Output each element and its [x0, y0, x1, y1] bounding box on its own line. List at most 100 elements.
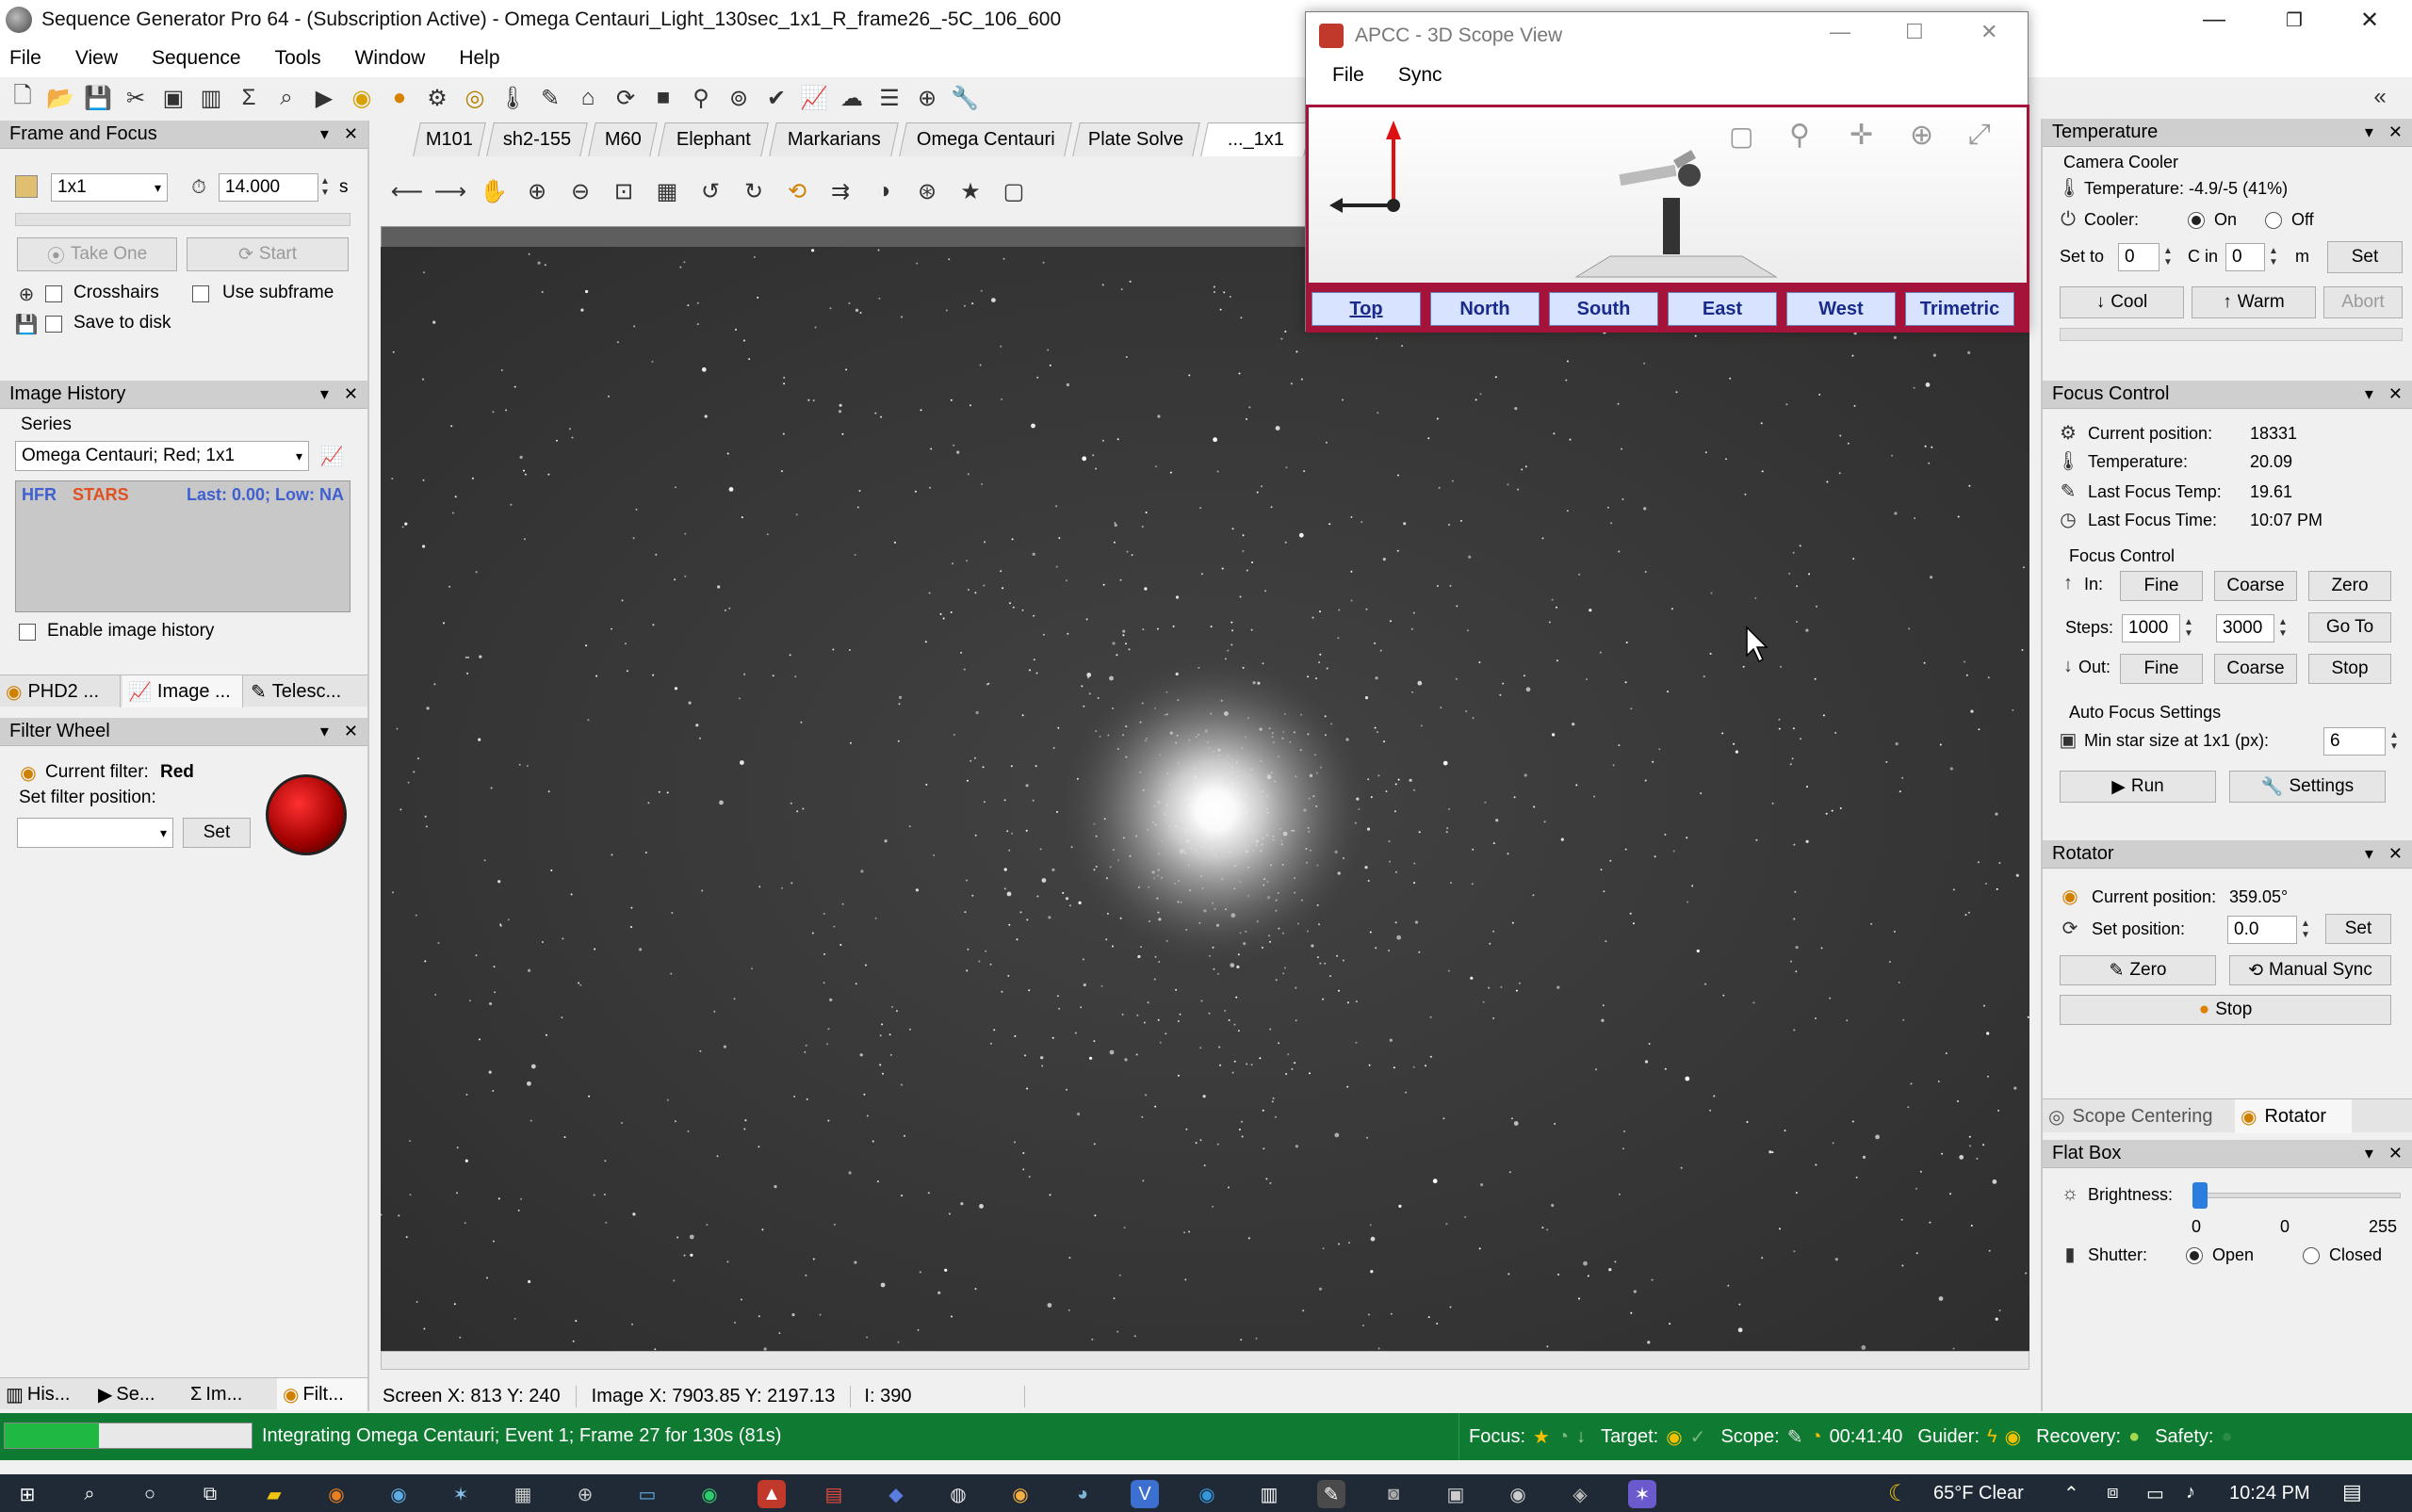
dropdown-icon[interactable]: ▾ [320, 722, 329, 741]
fine-steps-input[interactable]: 1000 [2122, 614, 2180, 642]
tab-plate-solve[interactable]: Plate Solve [1072, 122, 1200, 156]
rotator-set-input[interactable]: 0.0 [2227, 916, 2297, 944]
view-trimetric-button[interactable]: Trimetric [1905, 292, 2014, 326]
frame-icon[interactable]: ▣ [158, 83, 188, 113]
tab-m60[interactable]: M60 [588, 122, 658, 156]
close-icon[interactable]: ✕ [344, 384, 358, 404]
app-film-icon[interactable]: ▤ [820, 1480, 848, 1508]
sgp-taskbar-icon[interactable]: ✎ [1317, 1480, 1345, 1508]
focus-icon[interactable]: ⚲ [686, 83, 716, 113]
focus-out-fine-button[interactable]: Fine [2120, 654, 2203, 684]
save-disk-checkbox[interactable] [45, 316, 62, 333]
zoom-fit-icon[interactable]: ⊡ [609, 176, 639, 206]
take-one-button[interactable]: ⦿ Take One [17, 237, 177, 271]
app-purple-icon[interactable]: ✶ [1628, 1480, 1656, 1508]
crosshair-target-icon[interactable]: ⊛ [912, 176, 942, 206]
rotator-stop-button[interactable]: ● Stop [2060, 995, 2391, 1025]
subframe-checkbox[interactable] [192, 285, 209, 302]
menu-help[interactable]: Help [459, 47, 499, 70]
tools-icon[interactable]: ✂ [121, 83, 151, 113]
menu-view[interactable]: View [75, 47, 118, 70]
focus-goto-button[interactable]: Go To [2308, 612, 2391, 642]
tab-sh2-155[interactable]: sh2-155 [486, 122, 588, 156]
brightness-slider[interactable] [2192, 1182, 2401, 1209]
forward-arrow-icon[interactable]: ⟶ [434, 176, 466, 206]
apcc-zoom-icon[interactable]: ⚲ [1789, 119, 1810, 152]
min-star-spinner[interactable]: ▲ ▼ [2386, 727, 2403, 756]
close-icon[interactable]: ✕ [2388, 1144, 2403, 1163]
focus-in-fine-button[interactable]: Fine [2120, 571, 2203, 601]
app-ball-icon[interactable]: ◍ [944, 1480, 972, 1508]
set-temp-button[interactable]: Set [2327, 241, 2403, 273]
taskbar-weather[interactable]: 65°F Clear [1933, 1483, 2024, 1504]
cloud-icon[interactable]: ☁ [837, 83, 867, 113]
cortana-icon[interactable]: ○ [136, 1480, 164, 1508]
thermometer-icon[interactable]: 🌡 [497, 83, 528, 113]
coarse-steps-spinner[interactable]: ▲ ▼ [2274, 614, 2291, 642]
fine-steps-spinner[interactable]: ▲ ▼ [2180, 614, 2197, 642]
star-icon[interactable]: ★ [955, 176, 986, 206]
set-temp-spinner[interactable]: ▲ ▼ [2159, 243, 2176, 271]
open-folder-icon[interactable]: 📂 [45, 83, 75, 113]
menu-tools[interactable]: Tools [275, 47, 321, 70]
flip-icon[interactable]: ⟲ [782, 176, 812, 206]
apcc-3d-view[interactable]: ▢ ⚲ ✛ ⊕ ⤢ [1306, 105, 2029, 285]
dropdown-icon[interactable]: ▾ [2365, 122, 2373, 142]
pan-icon[interactable]: ✋ [479, 176, 509, 206]
flatbox-icon[interactable]: ■ [648, 83, 678, 113]
dropdown-icon[interactable]: ▾ [2365, 844, 2373, 864]
dropdown-icon[interactable]: ▾ [2365, 1144, 2373, 1163]
series-select[interactable]: Omega Centauri; Red; 1x1 ▾ [15, 441, 309, 471]
edge-browser-icon[interactable]: ◉ [1193, 1480, 1221, 1508]
notes-icon[interactable]: ▢ [999, 176, 1029, 206]
binning-select[interactable]: 1x1 ▾ [51, 173, 168, 202]
tab-history[interactable]: ▥ His... [0, 1378, 90, 1410]
chart-icon[interactable]: 📈 [318, 443, 345, 469]
cooler-off-radio[interactable] [2265, 212, 2282, 229]
filter-icon[interactable]: ● [384, 83, 415, 113]
app-camera-icon[interactable]: ◙ [1379, 1480, 1408, 1508]
shutter-closed-radio[interactable] [2303, 1247, 2320, 1264]
focus-out-coarse-button[interactable]: Coarse [2214, 654, 2297, 684]
tab-image-stats[interactable]: Σ Im... [185, 1378, 275, 1410]
zoom-actual-icon[interactable]: ▦ [652, 176, 682, 206]
tab-markarians[interactable]: Markarians [769, 122, 899, 156]
warm-button[interactable]: ↑ Warm [2192, 286, 2316, 318]
app-green-icon[interactable]: ◉ [695, 1480, 724, 1508]
sigma-icon[interactable]: Σ [234, 83, 264, 113]
star-field-image[interactable] [381, 247, 2029, 1351]
set-filter-button[interactable]: Set [183, 818, 251, 848]
rotator-manual-sync-button[interactable]: ⟲ Manual Sync [2229, 955, 2391, 985]
apcc-move-icon[interactable]: ✛ [1850, 119, 1873, 152]
close-icon[interactable]: ✕ [344, 722, 358, 741]
file-explorer-icon[interactable]: ▰ [260, 1480, 288, 1508]
task-view-icon[interactable]: ⧉ [196, 1480, 224, 1508]
histogram-icon[interactable]: ▥ [196, 83, 226, 113]
focus-zero-button[interactable]: Zero [2308, 571, 2391, 601]
horizontal-scrollbar[interactable] [381, 1351, 2029, 1370]
tab-phd2[interactable]: ◉ PHD2 ... [0, 675, 121, 707]
view-south-button[interactable]: South [1549, 292, 1658, 326]
autofocus-run-button[interactable]: ▶ Run [2060, 771, 2216, 803]
menu-window[interactable]: Window [355, 47, 426, 70]
search-icon[interactable]: ⌕ [271, 83, 302, 113]
rotator-set-spinner[interactable]: ▲ ▼ [2297, 916, 2314, 944]
close-icon[interactable]: ✕ [2388, 122, 2403, 142]
contrast-icon[interactable]: ◑ [869, 176, 899, 206]
view-north-button[interactable]: North [1430, 292, 1540, 326]
cooler-on-radio[interactable] [2188, 212, 2205, 229]
gear-icon[interactable]: ⚙ [422, 83, 452, 113]
start-button[interactable]: ⟳ Start [187, 237, 349, 271]
app-chart-icon[interactable]: ✶ [447, 1480, 475, 1508]
focus-stop-button[interactable]: Stop [2308, 654, 2391, 684]
app-pdf-icon[interactable]: ▥ [1255, 1480, 1283, 1508]
wrench-icon[interactable]: 🔧 [950, 83, 980, 113]
close-icon[interactable]: ✕ [344, 124, 358, 144]
guide-icon[interactable]: ◎ [460, 83, 490, 113]
focus-in-coarse-button[interactable]: Coarse [2214, 571, 2297, 601]
apcc-menu-sync[interactable]: Sync [1398, 64, 1442, 87]
rotate-right-icon[interactable]: ↻ [739, 176, 769, 206]
zoom-in-icon[interactable]: ⊕ [522, 176, 552, 206]
start-windows-icon[interactable]: ⊞ [13, 1480, 41, 1508]
coarse-steps-input[interactable]: 3000 [2216, 614, 2274, 642]
